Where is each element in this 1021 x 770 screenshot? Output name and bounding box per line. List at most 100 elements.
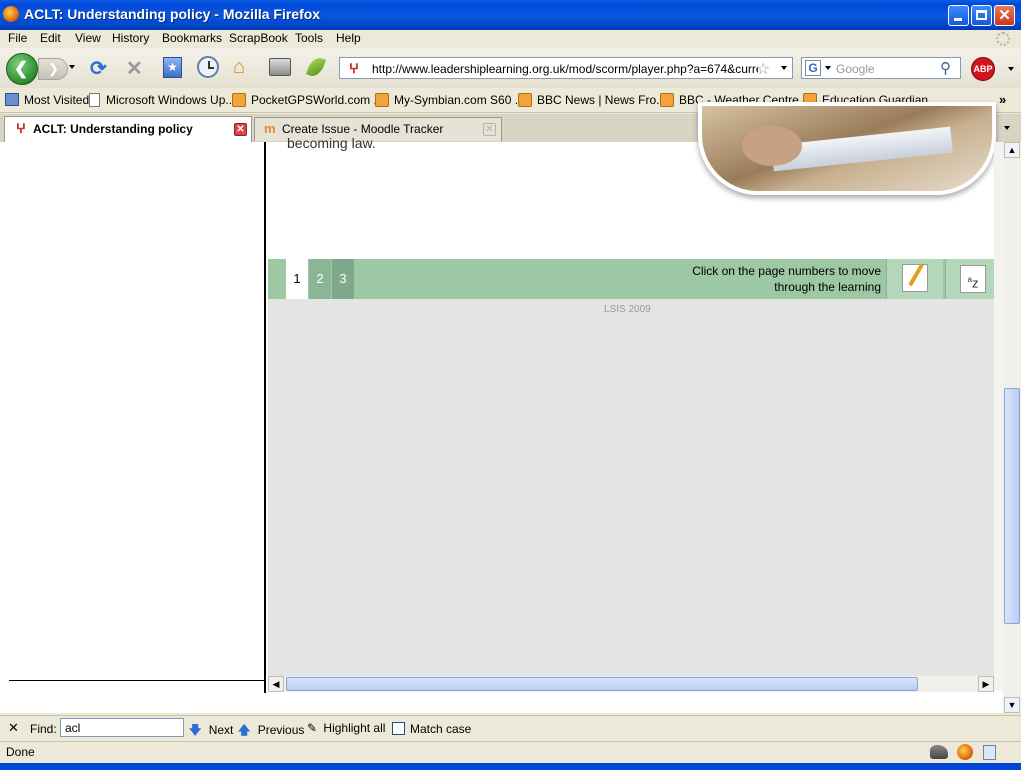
tab-label: ACLT: Understanding policy: [33, 122, 193, 136]
glossary-button[interactable]: az: [945, 259, 994, 299]
menu-edit[interactable]: Edit: [40, 31, 61, 45]
forward-button[interactable]: ❯: [38, 58, 68, 80]
url-bar[interactable]: ⵖ http://www.leadershiplearning.org.uk/m…: [339, 57, 793, 79]
print-icon[interactable]: [269, 58, 291, 76]
page-vertical-scrollbar[interactable]: ▲ ▼: [1003, 142, 1021, 713]
scroll-left-button[interactable]: ◀: [268, 676, 284, 692]
url-text: http://www.leadershiplearning.org.uk/mod…: [372, 62, 758, 76]
frame-vertical-scrollbar[interactable]: [994, 142, 1003, 691]
site-favicon-icon: ⵖ: [349, 61, 359, 76]
page-navigation-bar: 1 2 3 Click on the page numbers to move …: [268, 259, 994, 299]
history-dropdown-icon[interactable]: [69, 65, 75, 69]
search-bar[interactable]: G Google ⚲: [801, 57, 961, 79]
window-title: ACLT: Understanding policy - Mozilla Fir…: [24, 6, 321, 22]
menu-scrapbook[interactable]: ScrapBook: [229, 31, 288, 45]
bookmarks-sidebar-icon[interactable]: ★: [163, 57, 182, 78]
up-arrow-icon: 🡅: [238, 723, 251, 737]
bookmark-microsoft-windows-update[interactable]: Microsoft Windows Up...: [89, 93, 235, 107]
search-engine-dropdown-icon[interactable]: [825, 66, 831, 70]
down-arrow-icon: 🡇: [189, 723, 202, 737]
status-bar: Done: [0, 741, 1021, 764]
close-find-icon[interactable]: ✕: [8, 720, 19, 736]
minimize-button[interactable]: [948, 5, 969, 26]
throbber-icon: [996, 32, 1010, 46]
menu-bookmarks[interactable]: Bookmarks: [162, 31, 222, 45]
match-case-checkbox[interactable]: [392, 722, 405, 735]
find-input[interactable]: [60, 718, 184, 737]
rss-icon: [375, 93, 389, 107]
adblock-icon[interactable]: ABP: [971, 57, 995, 81]
notepad-button[interactable]: [886, 259, 943, 299]
toc-divider: [9, 680, 266, 681]
scroll-up-button[interactable]: ▲: [1004, 142, 1020, 158]
hint-line-2: through the learning: [774, 280, 881, 294]
search-magnifier-icon[interactable]: ⚲: [940, 59, 951, 77]
bookmark-most-visited[interactable]: Most Visited: [5, 93, 89, 107]
page-navigation-hint: Click on the page numbers to move throug…: [648, 263, 881, 295]
search-engine-icon[interactable]: G: [805, 60, 821, 76]
scroll-right-button[interactable]: ▶: [978, 676, 994, 692]
page-icon: [89, 93, 100, 107]
menu-bar: File Edit View History Bookmarks ScrapBo…: [0, 30, 1021, 48]
menu-history[interactable]: History: [112, 31, 149, 45]
match-case-label[interactable]: Match case: [410, 722, 471, 736]
reload-icon[interactable]: ⟳: [90, 56, 110, 80]
adblock-dropdown-icon[interactable]: [1008, 67, 1014, 71]
firefox-status-icon[interactable]: [957, 744, 973, 760]
status-text: Done: [6, 745, 35, 759]
hint-line-1: Click on the page numbers to move: [692, 264, 881, 278]
close-tab-icon[interactable]: ✕: [483, 123, 496, 136]
lesson-page-area: becoming law.: [268, 102, 996, 259]
back-button[interactable]: ❮: [6, 53, 38, 85]
menu-help[interactable]: Help: [336, 31, 361, 45]
firefox-logo-icon: [3, 6, 19, 22]
bookmark-my-symbian[interactable]: My-Symbian.com S60 ...: [375, 93, 525, 107]
page-number-2[interactable]: 2: [309, 259, 331, 299]
page-number-1[interactable]: 1: [286, 259, 308, 299]
maximize-button[interactable]: [971, 5, 992, 26]
bookmark-star-icon[interactable]: ☆: [756, 59, 770, 79]
menu-file[interactable]: File: [8, 31, 27, 45]
find-next-button[interactable]: 🡇 Next: [189, 721, 233, 742]
bookmarks-overflow-icon[interactable]: »: [999, 92, 1006, 107]
close-window-button[interactable]: ✕: [994, 5, 1015, 26]
tab-label: Create Issue - Moodle Tracker: [282, 122, 444, 136]
home-icon[interactable]: ⌂: [233, 56, 255, 78]
window-bottom-border: [0, 763, 1021, 770]
glossary-az-icon: az: [960, 265, 986, 293]
rss-icon: [660, 93, 674, 107]
lesson-text-partial: becoming law.: [287, 135, 376, 151]
close-tab-icon[interactable]: ✕: [234, 123, 247, 136]
search-placeholder: Google: [836, 62, 875, 76]
menu-view[interactable]: View: [75, 31, 101, 45]
stop-icon[interactable]: ✕: [126, 56, 146, 80]
notepad-icon: [902, 263, 928, 292]
moodle-favicon-icon: m: [264, 121, 276, 136]
rss-icon: [518, 93, 532, 107]
tab-list-dropdown-icon[interactable]: [1004, 126, 1010, 130]
history-clock-icon[interactable]: [197, 56, 219, 78]
horizontal-scroll-thumb[interactable]: [286, 677, 918, 691]
frame-horizontal-scrollbar[interactable]: ◀ ▶: [268, 676, 994, 692]
menu-tools[interactable]: Tools: [295, 31, 323, 45]
vertical-scroll-thumb[interactable]: [1004, 388, 1020, 624]
find-previous-button[interactable]: 🡅 Previous: [238, 721, 304, 742]
tab-favicon-icon: ⵖ: [16, 121, 26, 136]
bookmark-bbc-news[interactable]: BBC News | News Fro...: [518, 93, 666, 107]
forward-arrow-icon: ❯: [48, 61, 59, 76]
bookmark-folder-icon: [5, 93, 19, 106]
highlighter-icon: ✎: [307, 721, 318, 735]
scrapbook-leaf-icon[interactable]: [306, 55, 326, 79]
tab-aclt-understanding-policy[interactable]: ⵖ ACLT: Understanding policy ✕: [4, 116, 252, 142]
lesson-photo-image: [698, 102, 996, 195]
scroll-down-button[interactable]: ▼: [1004, 697, 1020, 713]
highlight-all-button[interactable]: ✎ Highlight all: [307, 721, 385, 735]
page-info-icon[interactable]: [983, 745, 996, 760]
page-number-3[interactable]: 3: [332, 259, 354, 299]
title-bar[interactable]: ACLT: Understanding policy - Mozilla Fir…: [0, 0, 1021, 30]
bookmark-pocketgpsworld[interactable]: PocketGPSWorld.com ...: [232, 93, 384, 107]
scorm-toc-pane: [0, 142, 266, 693]
footer-copyright: LSIS 2009: [604, 304, 651, 315]
status-extension-icon[interactable]: [930, 745, 948, 759]
url-dropdown-icon[interactable]: [781, 66, 787, 70]
